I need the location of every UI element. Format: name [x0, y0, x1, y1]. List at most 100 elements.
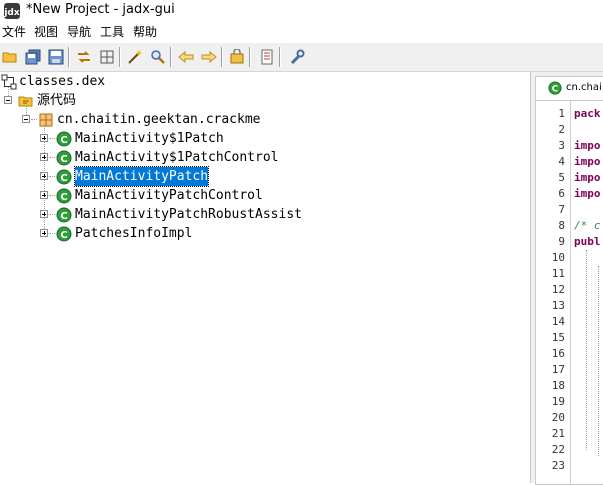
expand-icon[interactable] [40, 210, 48, 218]
line-number: 2 [558, 123, 565, 136]
code-line: /* c [574, 219, 601, 232]
line-number: 19 [551, 395, 565, 408]
line-number-gutter: 1 2 3 4 5 6 7 8 9 10 11 12 13 14 15 16 1… [536, 101, 571, 484]
svg-text:C: C [60, 173, 67, 184]
class-icon: C [56, 188, 72, 204]
back-button[interactable] [177, 48, 195, 66]
expand-icon[interactable] [40, 153, 48, 161]
code-line: impo [574, 171, 601, 184]
title-bar: jdx *New Project - jadx-gui [0, 0, 603, 22]
line-number: 15 [551, 331, 565, 344]
menu-file[interactable]: 文件 [2, 24, 26, 40]
line-number: 13 [551, 299, 565, 312]
toolbar-separator [221, 47, 223, 67]
toolbar [0, 43, 603, 72]
code-editor[interactable]: 1 2 3 4 5 6 7 8 9 10 11 12 13 14 15 16 1… [535, 100, 603, 485]
sync-button[interactable] [75, 48, 93, 66]
line-number: 1 [558, 107, 565, 120]
class-icon: C [56, 150, 72, 166]
toolbar-separator [68, 47, 70, 67]
tree-node-source-label: 源代码 [37, 93, 77, 108]
menu-help[interactable]: 帮助 [133, 24, 157, 40]
svg-text:C: C [60, 135, 67, 146]
collapse-icon[interactable] [22, 115, 30, 123]
log-viewer-button[interactable] [258, 48, 276, 66]
svg-text:C: C [60, 230, 67, 241]
tree-node-class-label: MainActivityPatch [73, 166, 210, 187]
save-icon [48, 49, 64, 65]
flatten-packages-icon [100, 50, 114, 64]
svg-text:C: C [60, 192, 67, 203]
forward-button[interactable] [200, 48, 218, 66]
svg-text:C: C [60, 211, 67, 222]
fold-guide [598, 266, 599, 456]
class-icon: C [548, 81, 562, 95]
line-number: 14 [551, 315, 565, 328]
line-number: 16 [551, 347, 565, 360]
line-number: 3 [558, 139, 565, 152]
line-number: 21 [551, 427, 565, 440]
line-number: 12 [551, 283, 565, 296]
save-all-button[interactable] [24, 48, 42, 66]
editor-tab[interactable]: C cn.chai [535, 76, 603, 101]
class-icon: C [56, 226, 72, 242]
expand-icon[interactable] [40, 172, 48, 180]
tree-guide [49, 138, 55, 139]
tree-guide [49, 195, 55, 196]
fold-guide [586, 250, 587, 450]
line-number: 11 [551, 267, 565, 280]
code-line: impo [574, 187, 601, 200]
tree-guide [49, 157, 55, 158]
line-number: 6 [558, 187, 565, 200]
save-button[interactable] [47, 48, 65, 66]
svg-text:jdx: jdx [4, 8, 20, 18]
svg-text:C: C [60, 154, 67, 165]
open-folder-icon [2, 52, 17, 63]
deobfuscation-icon [230, 49, 244, 64]
svg-text:C: C [552, 85, 558, 95]
log-icon [261, 49, 273, 65]
expand-icon[interactable] [40, 229, 48, 237]
forward-arrow-icon [201, 50, 217, 64]
class-icon: C [56, 131, 72, 147]
tree-node-class-label: MainActivityPatchControl [75, 188, 263, 203]
search-button[interactable] [149, 48, 167, 66]
line-number: 23 [551, 459, 565, 472]
sync-icon [78, 51, 90, 63]
preferences-wrench-icon [290, 49, 305, 65]
preferences-button[interactable] [288, 48, 306, 66]
menu-navigation[interactable]: 导航 [67, 24, 91, 40]
tree-node-class-label: MainActivity$1Patch [75, 131, 224, 146]
dex-file-icon [1, 74, 17, 90]
tree-node-class-label: PatchesInfoImpl [75, 226, 193, 241]
decompile-all-button[interactable] [126, 48, 144, 66]
line-number: 5 [558, 171, 565, 184]
menu-tools[interactable]: 工具 [100, 24, 124, 40]
class-tree[interactable]: classes.dex 源代码 cn.chaitin.geektan.crack… [0, 72, 531, 483]
expand-icon[interactable] [40, 191, 48, 199]
code-line: pack [574, 107, 601, 120]
line-number: 10 [551, 251, 565, 264]
save-all-icon [25, 49, 41, 65]
line-number: 4 [558, 155, 565, 168]
tree-node-class-label: MainActivity$1PatchControl [75, 150, 279, 165]
tree-guide [49, 176, 55, 177]
code-line: impo [574, 155, 601, 168]
back-arrow-icon [178, 50, 194, 64]
open-button[interactable] [1, 48, 19, 66]
menu-view[interactable]: 视图 [34, 24, 58, 40]
tree-guide [31, 119, 37, 120]
menu-bar: 文件 视图 导航 工具 帮助 [0, 22, 603, 42]
flatten-packages-button[interactable] [98, 48, 116, 66]
tree-node-package-label: cn.chaitin.geektan.crackme [57, 112, 261, 127]
code-line: publ [574, 235, 601, 248]
line-number: 22 [551, 443, 565, 456]
collapse-icon[interactable] [4, 96, 12, 104]
toolbar-separator [279, 47, 281, 67]
line-number: 18 [551, 379, 565, 392]
expand-icon[interactable] [40, 134, 48, 142]
toolbar-separator [170, 47, 172, 67]
deobfuscation-button[interactable] [228, 48, 246, 66]
tree-node-class-label: MainActivityPatchRobustAssist [75, 207, 302, 222]
window-title: *New Project - jadx-gui [26, 2, 175, 17]
